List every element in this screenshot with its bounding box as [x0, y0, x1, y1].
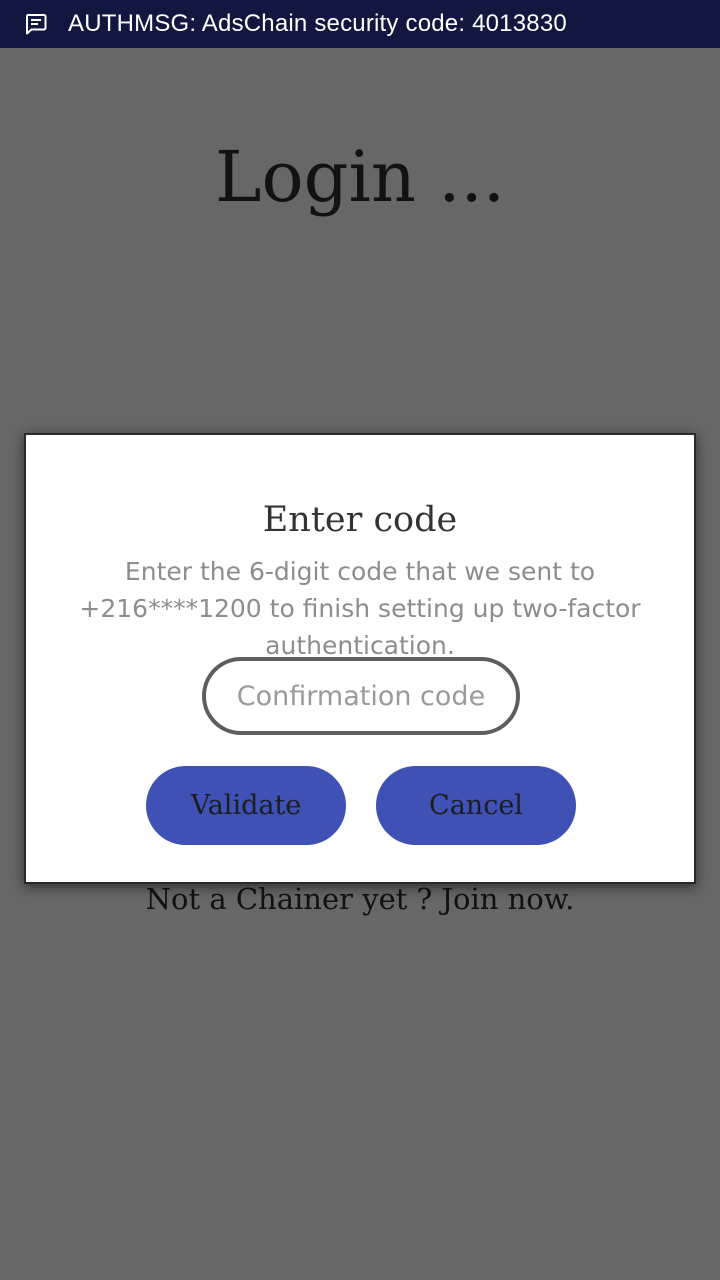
page-title: Login ...: [215, 136, 505, 218]
enter-code-dialog: Enter code Enter the 6-digit code that w…: [24, 433, 696, 884]
join-now-link[interactable]: Not a Chainer yet ? Join now.: [0, 878, 720, 920]
notification-bar[interactable]: AUTHMSG: AdsChain security code: 4013830: [0, 0, 720, 48]
message-icon: [24, 12, 48, 36]
dialog-title: Enter code: [262, 500, 458, 540]
cancel-button[interactable]: Cancel: [376, 766, 576, 845]
validate-button[interactable]: Validate: [146, 766, 346, 845]
notification-text: AUTHMSG: AdsChain security code: 4013830: [68, 10, 567, 37]
dialog-message: Enter the 6-digit code that we sent to +…: [79, 557, 641, 660]
confirmation-code-input[interactable]: [202, 657, 520, 735]
